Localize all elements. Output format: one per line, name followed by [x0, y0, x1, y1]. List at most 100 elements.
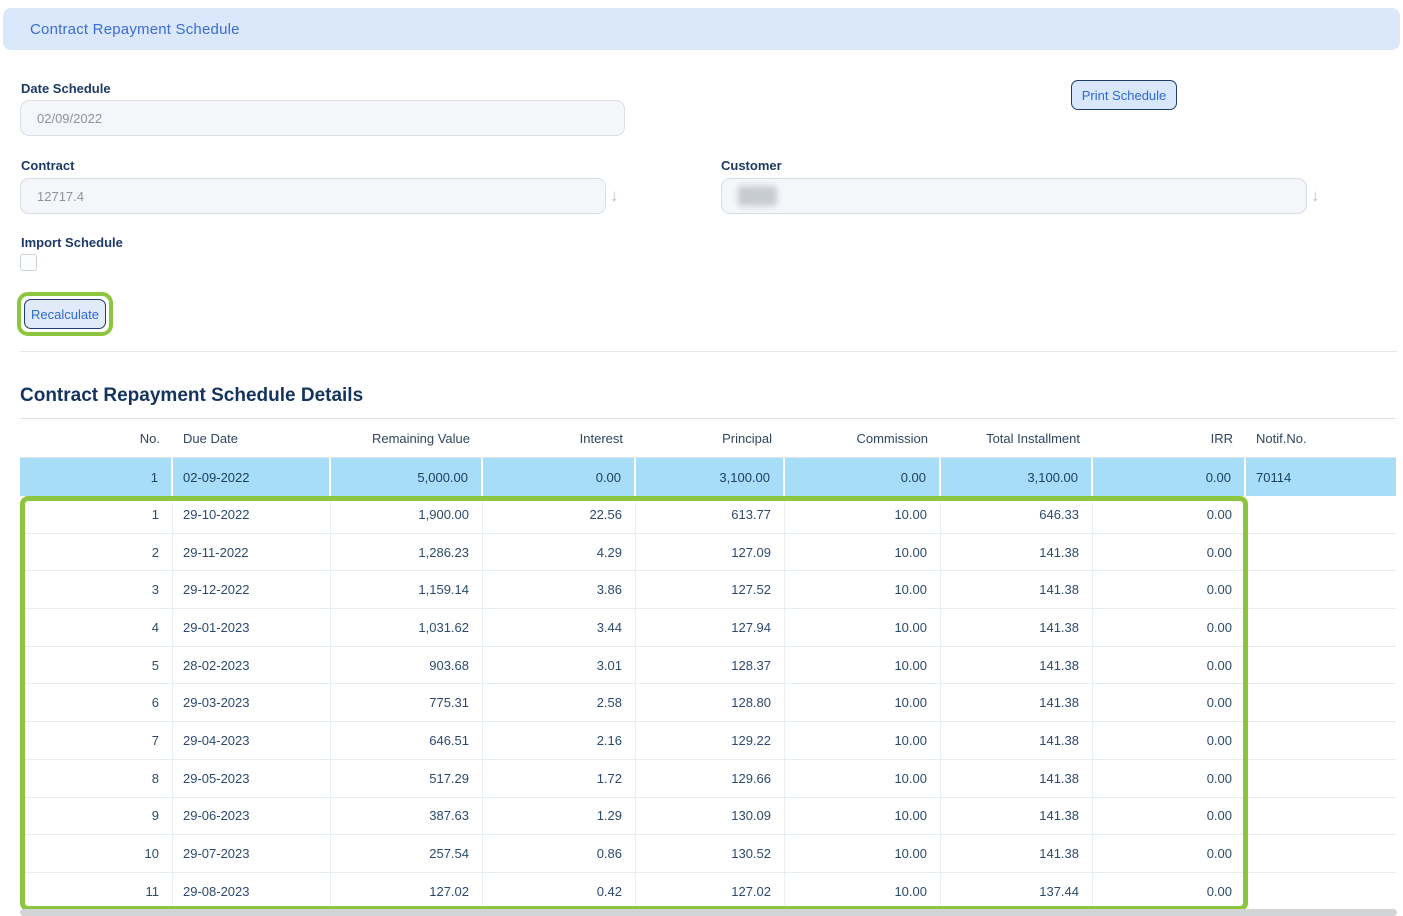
date-schedule-value: 02/09/2022	[37, 111, 102, 126]
cell-interest: 0.42	[483, 873, 636, 910]
cell-irr: 0.00	[1093, 835, 1246, 872]
recalculate-annotation-box: Recalculate	[17, 292, 113, 336]
customer-label: Customer	[721, 158, 782, 173]
cell-total-installment: 3,100.00	[941, 458, 1093, 496]
cell-commission: 10.00	[785, 647, 941, 684]
cell-remaining-value: 517.29	[331, 760, 483, 797]
schedule-row[interactable]: 429-01-20231,031.623.44127.9410.00141.38…	[20, 609, 1396, 647]
cell-total-installment: 137.44	[941, 873, 1093, 910]
cell-irr: 0.00	[1093, 760, 1246, 797]
cell-total-installment: 141.38	[941, 760, 1093, 797]
schedule-row[interactable]: 528-02-2023903.683.01128.3710.00141.380.…	[20, 647, 1396, 685]
cell-notif-no	[1246, 873, 1396, 910]
column-header-remaining-value[interactable]: Remaining Value	[331, 419, 483, 457]
cell-commission: 10.00	[785, 609, 941, 646]
cell-remaining-value: 1,900.00	[331, 496, 483, 533]
page-title: Contract Repayment Schedule	[30, 21, 240, 38]
cell-total-installment: 141.38	[941, 647, 1093, 684]
cell-principal: 127.94	[636, 609, 785, 646]
cell-irr: 0.00	[1093, 684, 1246, 721]
cell-total-installment: 141.38	[941, 835, 1093, 872]
cell-remaining-value: 127.02	[331, 873, 483, 910]
cell-notif-no	[1246, 798, 1396, 835]
cell-irr: 0.00	[1093, 798, 1246, 835]
column-header-total-installment[interactable]: Total Installment	[941, 419, 1093, 457]
contract-dropdown-arrow-icon[interactable]: ↓	[610, 187, 619, 204]
schedule-row[interactable]: 1029-07-2023257.540.86130.5210.00141.380…	[20, 835, 1396, 873]
schedule-row[interactable]: 129-10-20221,900.0022.56613.7710.00646.3…	[20, 496, 1396, 534]
cell-irr: 0.00	[1093, 458, 1246, 496]
panel-header: Contract Repayment Schedule	[3, 8, 1400, 50]
cell-commission: 10.00	[785, 534, 941, 571]
customer-input[interactable]	[721, 178, 1307, 214]
cell-no: 2	[20, 534, 173, 571]
cell-principal: 127.52	[636, 571, 785, 608]
cell-irr: 0.00	[1093, 647, 1246, 684]
schedule-row[interactable]: 229-11-20221,286.234.29127.0910.00141.38…	[20, 534, 1396, 572]
schedule-row[interactable]: 329-12-20221,159.143.86127.5210.00141.38…	[20, 571, 1396, 609]
cell-interest: 3.86	[483, 571, 636, 608]
date-schedule-input[interactable]: 02/09/2022	[20, 100, 625, 136]
cell-remaining-value: 257.54	[331, 835, 483, 872]
cell-remaining-value: 387.63	[331, 798, 483, 835]
cell-irr: 0.00	[1093, 571, 1246, 608]
cell-no: 4	[20, 609, 173, 646]
cell-total-installment: 141.38	[941, 534, 1093, 571]
cell-notif-no	[1246, 571, 1396, 608]
cell-interest: 3.44	[483, 609, 636, 646]
cell-irr: 0.00	[1093, 722, 1246, 759]
table-header-row: No.Due DateRemaining ValueInterestPrinci…	[20, 418, 1396, 458]
cell-interest: 2.16	[483, 722, 636, 759]
cell-due-date: 29-04-2023	[173, 722, 331, 759]
cell-principal: 3,100.00	[636, 458, 785, 496]
schedule-row[interactable]: 629-03-2023775.312.58128.8010.00141.380.…	[20, 684, 1396, 722]
column-header-notif-no[interactable]: Notif.No.	[1246, 419, 1396, 457]
customer-value-redacted	[738, 186, 777, 206]
print-schedule-button[interactable]: Print Schedule	[1071, 80, 1177, 110]
cell-irr: 0.00	[1093, 873, 1246, 910]
date-schedule-label: Date Schedule	[21, 81, 111, 96]
cell-principal: 127.09	[636, 534, 785, 571]
cell-due-date: 29-08-2023	[173, 873, 331, 910]
schedule-row-highlighted[interactable]: 102-09-20225,000.000.003,100.000.003,100…	[20, 458, 1396, 496]
customer-dropdown-arrow-icon[interactable]: ↓	[1311, 187, 1320, 204]
cell-principal: 129.22	[636, 722, 785, 759]
cell-no: 3	[20, 571, 173, 608]
cell-interest: 4.29	[483, 534, 636, 571]
cell-commission: 10.00	[785, 722, 941, 759]
cell-no: 9	[20, 798, 173, 835]
import-schedule-label: Import Schedule	[21, 235, 123, 250]
schedule-row[interactable]: 1129-08-2023127.020.42127.0210.00137.440…	[20, 873, 1396, 911]
cell-total-installment: 141.38	[941, 571, 1093, 608]
cell-no: 11	[20, 873, 173, 910]
column-header-interest[interactable]: Interest	[483, 419, 636, 457]
cell-due-date: 29-07-2023	[173, 835, 331, 872]
cell-commission: 10.00	[785, 873, 941, 910]
schedule-row[interactable]: 829-05-2023517.291.72129.6610.00141.380.…	[20, 760, 1396, 798]
contract-input[interactable]: 12717.4	[20, 178, 606, 214]
schedule-row[interactable]: 929-06-2023387.631.29130.0910.00141.380.…	[20, 798, 1396, 836]
column-header-no[interactable]: No.	[20, 419, 173, 457]
column-header-irr[interactable]: IRR	[1093, 419, 1246, 457]
recalculate-button[interactable]: Recalculate	[24, 299, 106, 329]
cell-commission: 10.00	[785, 798, 941, 835]
horizontal-scrollbar[interactable]	[20, 909, 1397, 916]
column-header-commission[interactable]: Commission	[785, 419, 941, 457]
cell-principal: 613.77	[636, 496, 785, 533]
import-schedule-checkbox[interactable]	[20, 254, 37, 271]
cell-remaining-value: 5,000.00	[331, 458, 483, 496]
column-header-due-date[interactable]: Due Date	[173, 419, 331, 457]
cell-notif-no	[1246, 835, 1396, 872]
cell-no: 7	[20, 722, 173, 759]
cell-remaining-value: 903.68	[331, 647, 483, 684]
cell-notif-no	[1246, 534, 1396, 571]
cell-due-date: 29-12-2022	[173, 571, 331, 608]
cell-notif-no	[1246, 684, 1396, 721]
cell-due-date: 29-06-2023	[173, 798, 331, 835]
cell-notif-no	[1246, 760, 1396, 797]
cell-principal: 129.66	[636, 760, 785, 797]
cell-remaining-value: 775.31	[331, 684, 483, 721]
column-header-principal[interactable]: Principal	[636, 419, 785, 457]
schedule-row[interactable]: 729-04-2023646.512.16129.2210.00141.380.…	[20, 722, 1396, 760]
cell-notif-no	[1246, 647, 1396, 684]
